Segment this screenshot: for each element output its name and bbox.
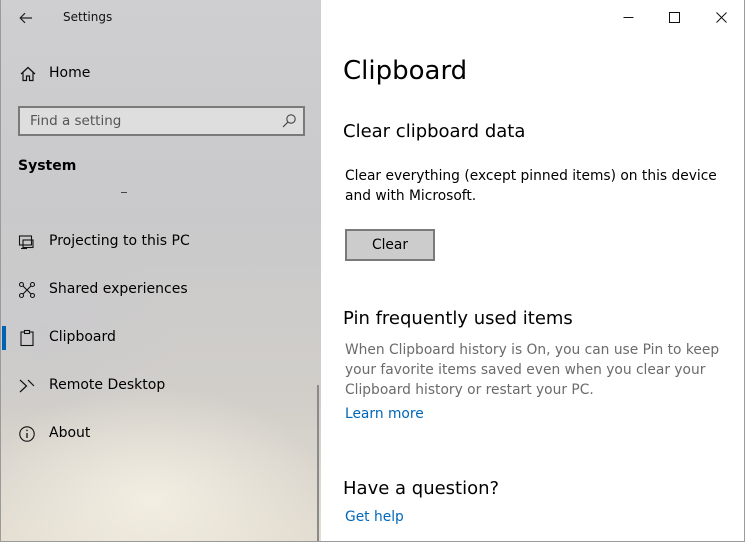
sidebar-item-label: Projecting to this PC bbox=[49, 233, 190, 249]
clear-button[interactable]: Clear bbox=[345, 229, 435, 261]
sidebar-item-label: Home bbox=[49, 65, 91, 81]
clear-description-line1: Clear everything (except pinned items) o… bbox=[345, 168, 717, 184]
back-button[interactable] bbox=[13, 6, 39, 30]
sidebar-item-label: Clipboard bbox=[49, 329, 116, 345]
sidebar-item-label: About bbox=[49, 425, 91, 441]
remote-desktop-icon bbox=[19, 379, 35, 393]
pin-description-line3: Clipboard history or restart your PC. bbox=[345, 382, 594, 398]
maximize-icon bbox=[668, 11, 680, 23]
sidebar-item-projecting[interactable]: Projecting to this PC bbox=[1, 222, 322, 262]
clear-section-heading: Clear clipboard data bbox=[343, 121, 526, 142]
sidebar-item-clipboard[interactable]: Clipboard bbox=[1, 318, 322, 358]
scroll-indicator bbox=[121, 192, 127, 193]
sidebar-item-label: Shared experiences bbox=[49, 281, 188, 297]
sidebar-item-label: Remote Desktop bbox=[49, 377, 166, 393]
pin-description-line1: When Clipboard history is On, you can us… bbox=[345, 342, 720, 358]
sidebar-scrollbar[interactable] bbox=[317, 385, 319, 542]
pin-description-line2: your favorite items saved even when you … bbox=[345, 362, 706, 378]
arrow-left-icon bbox=[19, 12, 32, 24]
shared-experiences-icon bbox=[18, 281, 36, 299]
sidebar: Settings Home System Projecting to this … bbox=[0, 0, 321, 542]
pin-section-heading: Pin frequently used items bbox=[343, 308, 573, 329]
search-icon[interactable] bbox=[281, 113, 297, 129]
search-box[interactable] bbox=[18, 106, 305, 136]
minimize-icon bbox=[623, 16, 633, 18]
main-content: Clipboard Clear clipboard data Clear eve… bbox=[321, 0, 745, 542]
close-icon bbox=[715, 11, 727, 23]
maximize-button[interactable] bbox=[651, 0, 697, 34]
question-section-heading: Have a question? bbox=[343, 478, 500, 499]
minimize-button[interactable] bbox=[605, 0, 651, 34]
section-label: System bbox=[18, 158, 77, 174]
titlebar-left: Settings bbox=[1, 0, 322, 36]
clear-description-line2: and with Microsoft. bbox=[345, 188, 477, 204]
home-icon bbox=[20, 66, 36, 82]
learn-more-link[interactable]: Learn more bbox=[345, 406, 424, 422]
close-button[interactable] bbox=[698, 0, 744, 34]
get-help-link[interactable]: Get help bbox=[345, 509, 404, 525]
sidebar-item-remote-desktop[interactable]: Remote Desktop bbox=[1, 366, 322, 406]
page-title: Clipboard bbox=[343, 56, 468, 86]
search-input[interactable] bbox=[20, 108, 270, 134]
app-title: Settings bbox=[63, 10, 113, 24]
sidebar-item-about[interactable]: About bbox=[1, 414, 322, 454]
selection-indicator bbox=[2, 326, 6, 350]
projector-icon bbox=[18, 235, 34, 250]
sidebar-item-shared-experiences[interactable]: Shared experiences bbox=[1, 270, 322, 310]
clipboard-icon bbox=[20, 329, 34, 347]
info-icon bbox=[19, 426, 35, 442]
sidebar-item-home[interactable]: Home bbox=[1, 56, 322, 92]
